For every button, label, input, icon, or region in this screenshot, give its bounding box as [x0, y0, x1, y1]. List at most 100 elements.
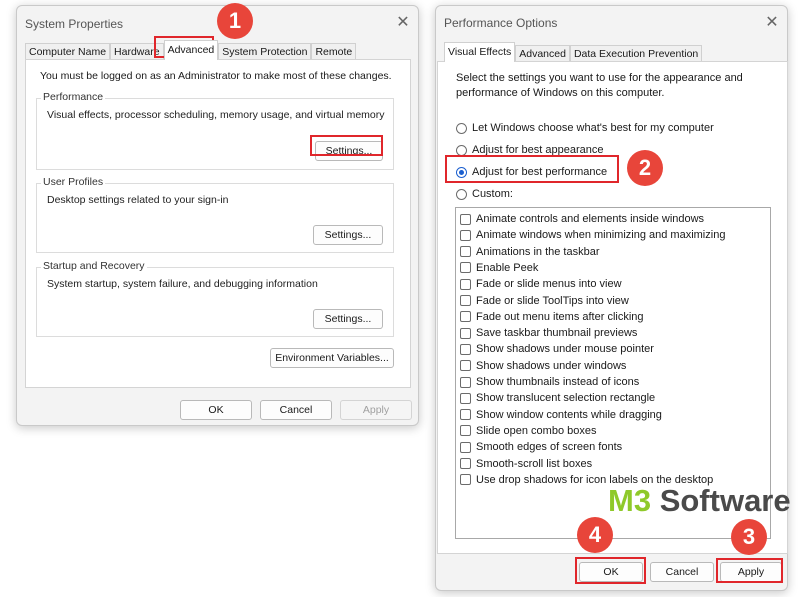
watermark-software: Software	[651, 483, 791, 518]
ok-button[interactable]: OK	[180, 400, 252, 420]
radio-custom[interactable]: Custom:	[456, 186, 513, 202]
checkbox[interactable]	[460, 343, 471, 355]
system-properties-dialog: System Properties ✕ Computer Name Hardwa…	[16, 5, 419, 426]
environment-variables-button[interactable]: Environment Variables...	[270, 348, 394, 368]
effect-checkbox-row[interactable]: Fade out menu items after clicking	[460, 309, 644, 325]
checkbox[interactable]	[460, 295, 471, 306]
highlight-ok-button	[575, 557, 646, 584]
system-properties-tabs: Computer Name Hardware Advanced System P…	[25, 40, 410, 60]
cancel-button[interactable]: Cancel	[650, 562, 714, 582]
system-properties-title: System Properties	[25, 17, 124, 31]
checkbox[interactable]	[460, 425, 471, 437]
effect-checkbox-row[interactable]: Smooth-scroll list boxes	[460, 456, 592, 472]
effect-label: Fade out menu items after clicking	[476, 310, 644, 323]
advanced-tab-panel: You must be logged on as an Administrato…	[25, 59, 411, 388]
tab-data-execution-prevention[interactable]: Data Execution Prevention	[569, 45, 703, 61]
performance-group: Performance Visual effects, processor sc…	[36, 91, 394, 170]
step-badge-2: 2	[627, 150, 663, 186]
tab-remote[interactable]: Remote	[311, 43, 357, 59]
checkbox[interactable]	[460, 392, 471, 404]
highlight-apply-button	[716, 558, 783, 583]
effect-checkbox-row[interactable]: Show thumbnails instead of icons	[460, 374, 639, 390]
effect-label: Show window contents while dragging	[476, 408, 662, 421]
checkbox[interactable]	[460, 441, 471, 453]
effect-label: Show thumbnails instead of icons	[476, 376, 640, 388]
checkbox[interactable]	[460, 311, 471, 323]
instructions-line-1: Select the settings you want to use for …	[456, 72, 743, 84]
radio-button[interactable]	[456, 122, 467, 134]
apply-button[interactable]: Apply	[340, 400, 412, 420]
checkbox[interactable]	[460, 376, 471, 388]
checkbox[interactable]	[460, 327, 471, 339]
effect-label: Animate windows when minimizing and maxi…	[476, 229, 726, 242]
step-badge-1: 1	[217, 3, 253, 39]
checkbox[interactable]	[460, 360, 471, 372]
tab-system-protection[interactable]: System Protection	[218, 43, 312, 59]
step-badge-3: 3	[731, 519, 767, 555]
effect-checkbox-row[interactable]: Animations in the taskbar	[460, 244, 600, 260]
effect-checkbox-row[interactable]: Animate controls and elements inside win…	[460, 211, 704, 227]
effect-label: Slide open combo boxes	[476, 424, 597, 437]
effect-label: Smooth edges of screen fonts	[476, 441, 623, 454]
effect-label: Animations in the taskbar	[476, 245, 600, 258]
effect-label: Fade or slide menus into view	[476, 278, 622, 291]
tab-advanced[interactable]: Advanced	[163, 40, 219, 60]
startup-recovery-group: Startup and Recovery System startup, sys…	[36, 260, 394, 337]
startup-recovery-description: System startup, system failure, and debu…	[47, 278, 318, 290]
instructions-line-2: performance of Windows on this computer.	[456, 87, 665, 99]
radio-label: Let Windows choose what's best for my co…	[472, 122, 714, 134]
watermark-m3: M3	[608, 483, 652, 518]
effect-checkbox-row[interactable]: Show window contents while dragging	[460, 407, 662, 423]
checkbox[interactable]	[460, 474, 471, 486]
effect-label: Save taskbar thumbnail previews	[476, 327, 638, 340]
tab-visual-effects[interactable]: Visual Effects	[444, 42, 516, 62]
user-profiles-label: User Profiles	[41, 176, 106, 188]
effect-label: Show translucent selection rectangle	[476, 392, 656, 405]
cancel-button[interactable]: Cancel	[260, 400, 332, 420]
checkbox[interactable]	[460, 246, 471, 258]
user-profiles-group: User Profiles Desktop settings related t…	[36, 176, 394, 253]
effect-label: Fade or slide ToolTips into view	[476, 294, 629, 307]
m3-software-watermark: M3 Software	[608, 483, 791, 519]
radio-button[interactable]	[456, 188, 467, 200]
radio-let-windows-choose[interactable]: Let Windows choose what's best for my co…	[456, 120, 714, 136]
user-profiles-description: Desktop settings related to your sign-in	[47, 194, 229, 206]
tab-advanced[interactable]: Advanced	[515, 45, 570, 61]
effect-checkbox-row[interactable]: Fade or slide ToolTips into view	[460, 293, 629, 309]
performance-options-tabs: Visual Effects Advanced Data Execution P…	[444, 42, 779, 62]
effect-checkbox-row[interactable]: Show shadows under mouse pointer	[460, 341, 654, 357]
effect-checkbox-row[interactable]: Show shadows under windows	[460, 358, 626, 374]
effect-checkbox-row[interactable]: Fade or slide menus into view	[460, 276, 622, 292]
close-icon[interactable]: ✕	[760, 12, 784, 34]
user-profiles-settings-button[interactable]: Settings...	[313, 225, 383, 245]
effect-label: Show shadows under windows	[476, 359, 627, 372]
effect-checkbox-row[interactable]: Enable Peek	[460, 260, 538, 276]
radio-button[interactable]	[456, 144, 467, 156]
checkbox[interactable]	[460, 458, 471, 469]
effect-label: Smooth-scroll list boxes	[476, 457, 593, 470]
effect-checkbox-row[interactable]: Animate windows when minimizing and maxi…	[460, 227, 725, 243]
effect-checkbox-row[interactable]: Save taskbar thumbnail previews	[460, 325, 637, 341]
effect-label: Animate controls and elements inside win…	[476, 213, 705, 225]
effect-label: Enable Peek	[476, 261, 539, 274]
performance-label: Performance	[41, 91, 106, 103]
admin-note: You must be logged on as an Administrato…	[40, 70, 392, 82]
checkbox[interactable]	[460, 409, 471, 421]
startup-recovery-settings-button[interactable]: Settings...	[313, 309, 383, 329]
highlight-performance-settings	[310, 135, 383, 156]
checkbox[interactable]	[460, 213, 471, 225]
performance-options-title: Performance Options	[444, 16, 558, 30]
highlight-best-performance	[445, 155, 619, 183]
effect-checkbox-row[interactable]: Show translucent selection rectangle	[460, 390, 655, 406]
close-icon[interactable]: ✕	[391, 12, 415, 34]
visual-effects-panel: Select the settings you want to use for …	[437, 61, 788, 554]
effect-label: Show shadows under mouse pointer	[476, 343, 654, 356]
tab-computer-name[interactable]: Computer Name	[25, 43, 111, 59]
effect-checkbox-row[interactable]: Slide open combo boxes	[460, 423, 596, 439]
checkbox[interactable]	[460, 278, 471, 290]
step-badge-4: 4	[577, 517, 613, 553]
checkbox[interactable]	[460, 262, 471, 274]
checkbox[interactable]	[460, 229, 471, 241]
effect-checkbox-row[interactable]: Smooth edges of screen fonts	[460, 439, 622, 455]
radio-label: Custom:	[472, 188, 513, 200]
